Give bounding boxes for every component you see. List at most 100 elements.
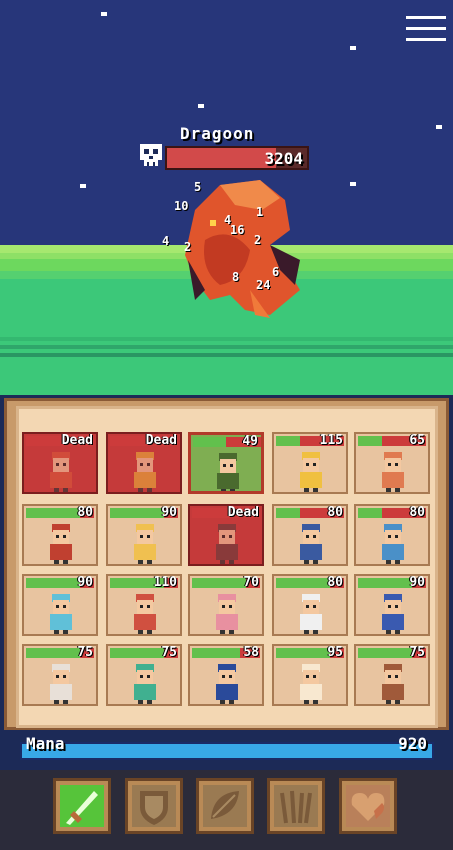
wheat-skill-button[interactable] bbox=[267, 778, 325, 834]
shield-skill-button[interactable] bbox=[125, 778, 183, 834]
boss-hp-fill bbox=[167, 148, 277, 168]
party-member-blue-hair-swordsman[interactable]: 58 bbox=[188, 644, 264, 706]
damage-number: 5 bbox=[194, 180, 202, 194]
golden-knight-sprite bbox=[382, 452, 404, 492]
party-member-golden-knight[interactable]: 65 bbox=[354, 432, 430, 494]
damage-number: 6 bbox=[272, 265, 280, 279]
star bbox=[350, 46, 356, 50]
red-hair-knight-sprite bbox=[134, 594, 156, 634]
party-member-green-hair-rogue[interactable]: 75 bbox=[106, 644, 182, 706]
mana-label: Mana bbox=[26, 734, 65, 753]
blue-hair-lancer-sprite bbox=[382, 524, 404, 564]
member-hp-value: Dead bbox=[145, 433, 177, 448]
party-member-red-hair-mage[interactable]: 80 bbox=[22, 504, 98, 566]
member-hp-fill bbox=[358, 436, 382, 446]
member-hp-fill bbox=[193, 437, 227, 447]
member-hp-value: 80 bbox=[409, 505, 425, 520]
member-hp-value: 65 bbox=[409, 433, 425, 448]
member-hp-value: 110 bbox=[153, 575, 177, 590]
party-member-blue-hair-lancer[interactable]: 80 bbox=[354, 504, 430, 566]
mana-bar bbox=[20, 742, 434, 760]
menu-icon[interactable] bbox=[406, 16, 446, 42]
party-member-dead-hero-3[interactable]: Dead bbox=[188, 504, 264, 566]
party-member-blue-ninja[interactable]: 90 bbox=[354, 574, 430, 636]
party-member-pink-blob[interactable]: 70 bbox=[188, 574, 264, 636]
leaf-icon bbox=[203, 785, 247, 827]
heart-icon bbox=[346, 785, 390, 827]
member-hp-value: 75 bbox=[77, 645, 93, 660]
party-member-red-hair-knight[interactable]: 110 bbox=[106, 574, 182, 636]
member-hp-value: 90 bbox=[77, 575, 93, 590]
member-hp-fill bbox=[26, 648, 81, 658]
brown-hair-fighter-sprite bbox=[382, 664, 404, 704]
star bbox=[80, 184, 86, 188]
party-member-dead-hero-1[interactable]: Dead bbox=[22, 432, 98, 494]
blue-ninja-sprite bbox=[382, 594, 404, 634]
member-hp-value: Dead bbox=[227, 505, 259, 520]
leaf-skill-button[interactable] bbox=[196, 778, 254, 834]
blonde-priest-sprite bbox=[134, 524, 156, 564]
star bbox=[101, 12, 107, 16]
member-hp-value: 80 bbox=[77, 505, 93, 520]
wheat-icon bbox=[274, 785, 318, 827]
damage-number: 16 bbox=[230, 223, 245, 237]
mana-fill bbox=[22, 744, 432, 758]
boss-name: Dragoon bbox=[180, 124, 255, 143]
horned-warrior-sprite bbox=[50, 664, 72, 704]
member-hp-value: 115 bbox=[319, 433, 343, 448]
goblin-archer-sprite bbox=[217, 453, 239, 491]
damage-number: 24 bbox=[256, 278, 271, 292]
boss-hp-value: 3204 bbox=[264, 149, 303, 168]
party-member-horned-warrior[interactable]: 75 bbox=[22, 644, 98, 706]
shield-icon bbox=[132, 785, 176, 827]
star bbox=[198, 104, 204, 108]
damage-number: 1 bbox=[256, 205, 264, 219]
white-masked-hero-sprite bbox=[300, 594, 322, 634]
party-member-goblin-archer[interactable]: 49 bbox=[188, 432, 264, 494]
party-member-brown-hair-fighter[interactable]: 75 bbox=[354, 644, 430, 706]
member-hp-fill bbox=[276, 648, 331, 658]
member-hp-fill bbox=[192, 578, 247, 588]
member-hp-fill bbox=[276, 578, 331, 588]
dragon-boss[interactable] bbox=[150, 170, 310, 320]
member-hp-fill bbox=[192, 648, 240, 658]
green-hair-rogue-sprite bbox=[134, 664, 156, 704]
damage-number: 2 bbox=[254, 233, 262, 247]
member-hp-value: 90 bbox=[161, 505, 177, 520]
damage-number: 4 bbox=[162, 234, 170, 248]
cap-kid-sprite bbox=[300, 664, 322, 704]
skull-icon bbox=[140, 144, 162, 166]
party-member-blonde-priest[interactable]: 90 bbox=[106, 504, 182, 566]
slash-skill-button[interactable] bbox=[53, 778, 111, 834]
member-hp-fill bbox=[276, 508, 300, 518]
party-member-white-masked-hero[interactable]: 80 bbox=[272, 574, 348, 636]
party-member-dead-hero-2[interactable]: Dead bbox=[106, 432, 182, 494]
damage-number: 8 bbox=[232, 270, 240, 284]
boss-hp-bar: 3204 bbox=[165, 146, 309, 170]
party-member-cap-kid[interactable]: 95 bbox=[272, 644, 348, 706]
damage-number: 10 bbox=[174, 199, 189, 213]
star bbox=[436, 125, 442, 129]
member-hp-value: 95 bbox=[327, 645, 343, 660]
member-hp-value: 70 bbox=[243, 575, 259, 590]
member-hp-fill bbox=[276, 436, 300, 446]
member-hp-fill bbox=[110, 508, 165, 518]
member-hp-value: 80 bbox=[327, 575, 343, 590]
member-hp-value: 75 bbox=[161, 645, 177, 660]
axe-warrior-sprite bbox=[300, 452, 322, 492]
party-member-cyan-hair-fighter[interactable]: 90 bbox=[22, 574, 98, 636]
star bbox=[350, 182, 356, 186]
member-hp-fill bbox=[110, 648, 165, 658]
heart-skill-button[interactable] bbox=[339, 778, 397, 834]
member-hp-value: 58 bbox=[243, 645, 259, 660]
member-hp-fill bbox=[26, 508, 81, 518]
member-hp-fill bbox=[26, 578, 81, 588]
party-member-axe-warrior[interactable]: 115 bbox=[272, 432, 348, 494]
dead-hero-1-sprite bbox=[50, 452, 72, 492]
member-hp-value: 80 bbox=[327, 505, 343, 520]
member-hp-fill bbox=[358, 508, 382, 518]
blue-hair-swordsman-sprite bbox=[216, 664, 238, 704]
member-hp-fill bbox=[358, 648, 413, 658]
red-hair-mage-sprite bbox=[50, 524, 72, 564]
party-member-bald-monk[interactable]: 80 bbox=[272, 504, 348, 566]
